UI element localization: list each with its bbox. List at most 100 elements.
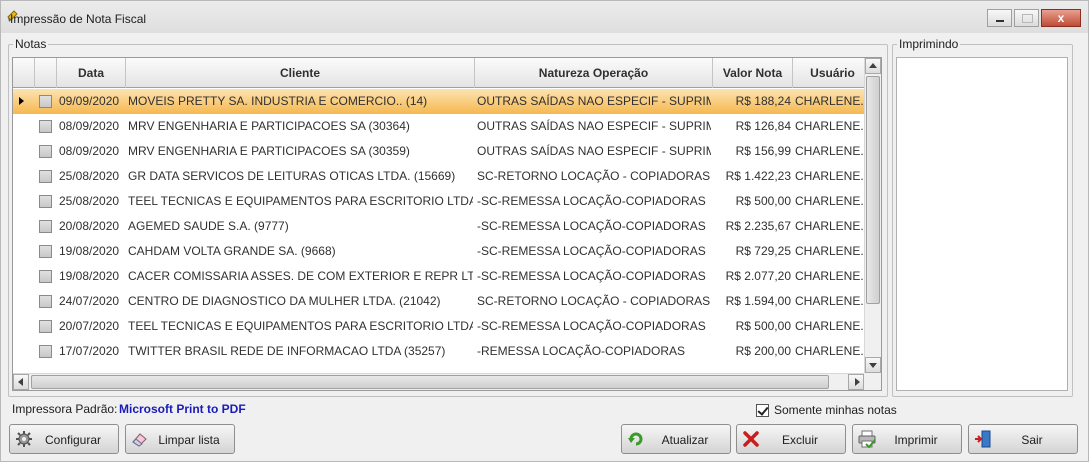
- table-row[interactable]: 20/08/2020 AGEMED SAUDE S.A. (9777) -SC-RE…: [13, 214, 865, 239]
- title-bar[interactable]: Impressão de Nota Fiscal x: [1, 1, 1088, 33]
- only-mine-label: Somente minhas notas: [774, 403, 897, 417]
- row-checkbox[interactable]: [39, 95, 52, 108]
- cell-cliente: AGEMED SAUDE S.A. (9777): [128, 219, 289, 233]
- cell-valor: R$ 188,24: [735, 94, 791, 108]
- imprimindo-list[interactable]: [896, 57, 1068, 391]
- header-cliente[interactable]: Cliente: [126, 58, 475, 88]
- scroll-left-button[interactable]: [13, 374, 29, 390]
- cell-data: 25/08/2020: [59, 169, 120, 183]
- row-checkbox[interactable]: [39, 195, 52, 208]
- cell-data: 09/09/2020: [59, 94, 120, 108]
- table-row[interactable]: 24/07/2020 CENTRO DE DIAGNOSTICO DA MULHE…: [13, 289, 865, 314]
- cell-data: 17/07/2020: [59, 344, 120, 358]
- cell-natureza: -SC-REMESSA LOCAÇÃO-COPIADORAS: [477, 244, 706, 258]
- arrow-right-icon: [855, 378, 860, 386]
- cell-data: 19/08/2020: [59, 269, 120, 283]
- cell-usuario: CHARLENE.M: [795, 244, 865, 258]
- header-valor[interactable]: Valor Nota: [713, 58, 793, 88]
- scroll-up-button[interactable]: [865, 58, 881, 74]
- cell-cliente: MOVEIS PRETTY SA. INDUSTRIA E COMERCIO..…: [128, 94, 428, 108]
- excluir-button[interactable]: Excluir: [736, 424, 846, 454]
- cell-valor: R$ 729,25: [735, 244, 791, 258]
- scroll-down-button[interactable]: [865, 357, 881, 373]
- vertical-scrollbar[interactable]: [864, 58, 881, 374]
- table-row[interactable]: 25/08/2020 GR DATA SERVICOS DE LEITURAS O…: [13, 164, 865, 189]
- table-row[interactable]: 17/07/2020 TWITTER BRASIL REDE DE INFORMA…: [13, 339, 865, 364]
- row-checkbox[interactable]: [39, 295, 52, 308]
- row-checkbox[interactable]: [39, 245, 52, 258]
- cell-usuario: CHARLENE.M: [795, 94, 865, 108]
- cell-cliente: CENTRO DE DIAGNOSTICO DA MULHER LTDA. (2…: [128, 294, 441, 308]
- limpar-lista-button[interactable]: Limpar lista: [125, 424, 235, 454]
- cell-usuario: CHARLENE.M: [795, 294, 865, 308]
- cell-data: 08/09/2020: [59, 144, 120, 158]
- scroll-corner: [864, 373, 881, 390]
- only-mine-checkbox[interactable]: Somente minhas notas: [756, 403, 897, 417]
- cell-natureza: -SC-REMESSA LOCAÇÃO-COPIADORAS: [477, 219, 706, 233]
- cell-cliente: GR DATA SERVICOS DE LEITURAS OTICAS LTDA…: [128, 169, 456, 183]
- grid-rows: 09/09/2020 MOVEIS PRETTY SA. INDUSTRIA E …: [13, 89, 865, 375]
- arrow-down-icon: [869, 363, 877, 368]
- table-row[interactable]: 08/09/2020 MRV ENGENHARIA E PARTICIPACOES…: [13, 139, 865, 164]
- row-checkbox[interactable]: [39, 170, 52, 183]
- atualizar-label: Atualizar: [661, 433, 709, 447]
- cell-natureza: -REMESSA LOCAÇÃO-COPIADORAS: [477, 344, 686, 358]
- checkbox-checked[interactable]: [756, 403, 769, 417]
- printer-value: Microsoft Print to PDF: [119, 402, 246, 416]
- cell-usuario: CHARLENE.M: [795, 169, 865, 183]
- cell-natureza: SC-RETORNO LOCAÇÃO - COPIADORAS...: [477, 294, 711, 308]
- row-checkbox[interactable]: [39, 270, 52, 283]
- cell-data: 24/07/2020: [59, 294, 120, 308]
- row-checkbox[interactable]: [39, 320, 52, 333]
- imprimindo-legend: Imprimindo: [897, 37, 961, 51]
- cell-usuario: CHARLENE.M: [795, 344, 865, 358]
- header-natureza[interactable]: Natureza Operação: [475, 58, 713, 88]
- maximize-button[interactable]: [1014, 9, 1039, 27]
- cell-valor: R$ 1.594,00: [725, 294, 791, 308]
- sair-button[interactable]: Sair: [968, 424, 1078, 454]
- horizontal-scroll-thumb[interactable]: [31, 375, 829, 389]
- table-row[interactable]: 19/08/2020 CAHDAM VOLTA GRANDE SA. (9668)…: [13, 239, 865, 264]
- notas-legend: Notas: [13, 37, 49, 51]
- table-row[interactable]: 20/07/2020 TEEL TECNICAS E EQUIPAMENTOS P…: [13, 314, 865, 339]
- cell-valor: R$ 156,99: [735, 144, 791, 158]
- header-data[interactable]: Data: [57, 58, 126, 88]
- cell-cliente: TEEL TECNICAS E EQUIPAMENTOS PARA ESCRIT…: [128, 194, 473, 208]
- row-checkbox[interactable]: [39, 220, 52, 233]
- notas-grid[interactable]: Data Cliente Natureza Operação Valor Not…: [12, 57, 882, 391]
- table-row[interactable]: 09/09/2020 MOVEIS PRETTY SA. INDUSTRIA E …: [13, 89, 865, 114]
- arrow-up-icon: [869, 63, 877, 68]
- header-usuario[interactable]: Usuário: [793, 58, 873, 88]
- header-check[interactable]: [35, 58, 57, 88]
- minimize-button[interactable]: [987, 9, 1012, 27]
- cell-usuario: CHARLENE.M: [795, 194, 865, 208]
- cell-valor: R$ 126,84: [735, 119, 791, 133]
- cell-valor: R$ 500,00: [735, 194, 791, 208]
- table-row[interactable]: 19/08/2020 CACER COMISSARIA ASSES. DE COM…: [13, 264, 865, 289]
- table-row[interactable]: 25/08/2020 TEEL TECNICAS E EQUIPAMENTOS P…: [13, 189, 865, 214]
- vertical-scroll-thumb[interactable]: [866, 76, 880, 304]
- row-checkbox[interactable]: [39, 345, 52, 358]
- cell-data: 20/07/2020: [59, 319, 120, 333]
- imprimir-button[interactable]: Imprimir: [852, 424, 962, 454]
- scroll-right-button[interactable]: [848, 374, 864, 390]
- cell-natureza: -SC-REMESSA LOCAÇÃO-COPIADORAS: [477, 269, 706, 283]
- row-checkbox[interactable]: [39, 120, 52, 133]
- main-window: Impressão de Nota Fiscal x Notas Data Cl…: [0, 0, 1089, 462]
- cell-valor: R$ 1.422,23: [725, 169, 791, 183]
- cell-usuario: CHARLENE.M: [795, 269, 865, 283]
- horizontal-scrollbar[interactable]: [13, 373, 865, 390]
- table-row[interactable]: 08/09/2020 MRV ENGENHARIA E PARTICIPACOES…: [13, 114, 865, 139]
- close-button[interactable]: x: [1041, 9, 1081, 27]
- cell-natureza: -SC-REMESSA LOCAÇÃO-COPIADORAS: [477, 194, 706, 208]
- configurar-button[interactable]: Configurar: [9, 424, 119, 454]
- row-checkbox[interactable]: [39, 145, 52, 158]
- cell-valor: R$ 200,00: [735, 344, 791, 358]
- cell-data: 08/09/2020: [59, 119, 120, 133]
- limpar-lista-label: Limpar lista: [158, 433, 220, 447]
- atualizar-button[interactable]: Atualizar: [621, 424, 731, 454]
- printer-label: Impressora Padrão:: [12, 402, 118, 416]
- header-indicator: [13, 58, 35, 88]
- cell-cliente: MRV ENGENHARIA E PARTICIPACOES SA (30359…: [128, 144, 410, 158]
- cell-data: 19/08/2020: [59, 244, 120, 258]
